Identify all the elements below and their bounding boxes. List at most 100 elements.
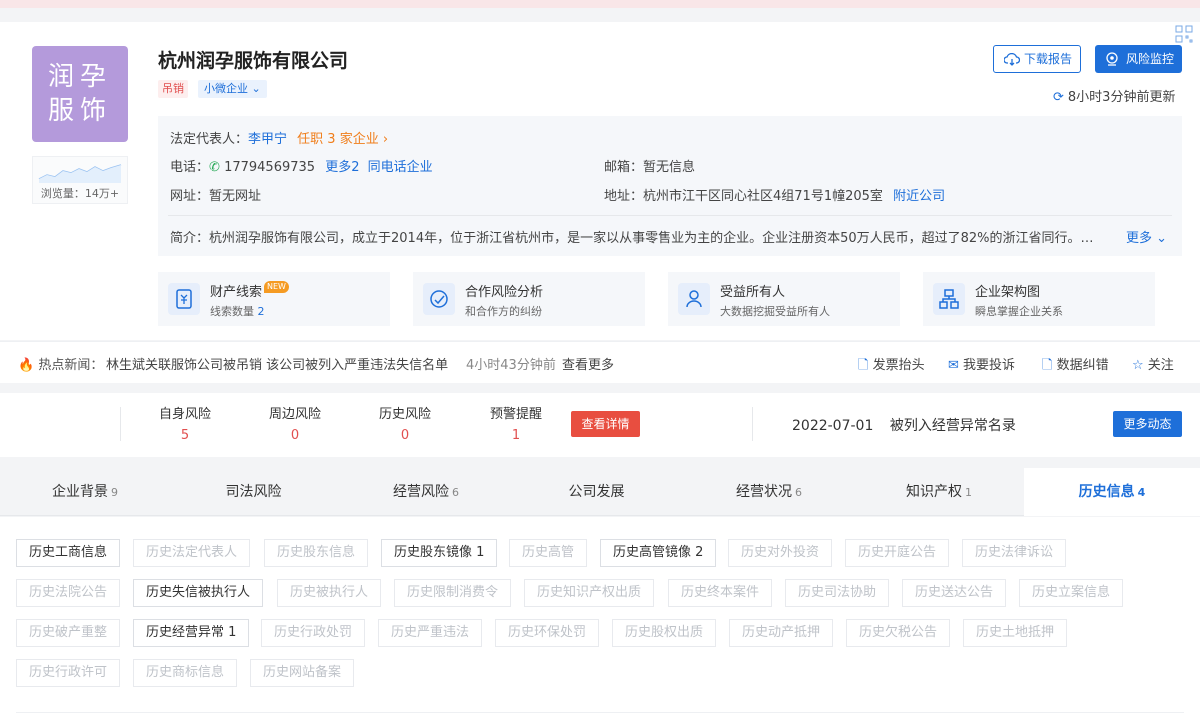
chip-history-shareholder-mirror[interactable]: 历史股东镜像 1 bbox=[381, 539, 498, 567]
feature-subtitle: 大数据挖掘受益所有人 bbox=[720, 305, 830, 318]
intro-label: 简介： bbox=[170, 231, 210, 246]
event-text: 被列入经营异常名录 bbox=[889, 418, 1016, 434]
refresh-icon: ⟳ bbox=[1053, 90, 1064, 105]
chip-history-case-filing: 历史立案信息 bbox=[1019, 579, 1124, 607]
chip-history-shareholders: 历史股东信息 bbox=[264, 539, 369, 567]
chip-history-lawsuits: 历史法律诉讼 bbox=[962, 539, 1067, 567]
chip-history-chattel-mortgage: 历史动产抵押 bbox=[729, 619, 834, 647]
intro-more-button[interactable]: 更多 ⌄ bbox=[1126, 227, 1167, 246]
more-updates-button[interactable]: 更多动态 bbox=[1113, 411, 1182, 437]
chip-history-env-penalty: 历史环保处罚 bbox=[495, 619, 600, 647]
update-time[interactable]: ⟳ 8小时3分钟前更新 bbox=[1053, 86, 1175, 105]
risk-history[interactable]: 历史风险 0 bbox=[370, 403, 440, 443]
legal-rep-positions-link[interactable]: 任职 3 家企业 › bbox=[297, 132, 388, 147]
chip-history-service-notice: 历史送达公告 bbox=[902, 579, 1007, 607]
qr-code-corner-icon[interactable] bbox=[1174, 24, 1194, 44]
download-report-button[interactable]: 下载报告 bbox=[993, 45, 1081, 73]
risk-warning[interactable]: 预警提醒 1 bbox=[481, 403, 551, 443]
invoice-icon: 🗋 bbox=[858, 358, 869, 373]
feature-title: 财产线索 NEW bbox=[210, 281, 289, 300]
same-phone-companies-link[interactable]: 同电话企业 bbox=[368, 160, 433, 175]
phone-value: 17794569735 bbox=[224, 160, 316, 175]
views-sparkline-icon bbox=[38, 164, 122, 183]
tab-company-development[interactable]: 公司发展 bbox=[512, 468, 684, 516]
legal-rep-link[interactable]: 李甲宁 bbox=[248, 132, 287, 147]
tab-operating-risk[interactable]: 经营风险 6 bbox=[340, 468, 512, 516]
news-see-more-link[interactable]: 查看更多 bbox=[562, 354, 614, 373]
tab-label: 知识产权 bbox=[906, 484, 962, 500]
news-headline: 林生斌关联服饰公司被吊销 该公司被列入严重违法失信名单 bbox=[106, 358, 449, 373]
intro-text: 杭州润孕服饰有限公司，成立于2014年，位于浙江省杭州市，是一家以从事零售业为主… bbox=[209, 231, 1094, 246]
asset-clue-icon bbox=[168, 283, 200, 315]
event-date: 2022-07-01 bbox=[792, 418, 874, 434]
feature-title: 合作风险分析 bbox=[465, 285, 544, 300]
news-time: 4小时43分钟前 bbox=[466, 358, 556, 373]
follow-button[interactable]: ☆ 关注 bbox=[1132, 354, 1174, 373]
data-correction-link[interactable]: 🗋 数据纠错 bbox=[1042, 354, 1109, 378]
scale-badge[interactable]: 小微企业 ⌄ bbox=[198, 80, 267, 98]
feature-org-chart[interactable]: 企业架构图 瞬息掌握企业关系 bbox=[923, 272, 1155, 326]
chip-history-consumption-limit: 历史限制消费令 bbox=[394, 579, 512, 607]
news-headline-link[interactable]: 林生斌关联服饰公司被吊销 该公司被列入严重违法失信名单 bbox=[106, 354, 448, 373]
chip-history-dishonest-debtor[interactable]: 历史失信被执行人 bbox=[133, 579, 264, 607]
views-count-label: 浏览量：14万+ bbox=[40, 187, 120, 200]
nearby-companies-link[interactable]: 附近公司 bbox=[893, 189, 945, 204]
complaint-link[interactable]: ✉ 我要投诉 bbox=[948, 354, 1015, 373]
tab-label: 历史信息 bbox=[1078, 484, 1135, 500]
hot-news-bar: 🔥 热点新闻： 林生斌关联服饰公司被吊销 该公司被列入严重违法失信名单 4小时4… bbox=[0, 341, 1200, 383]
risk-value: 0 bbox=[290, 428, 300, 443]
tab-company-background[interactable]: 企业背景 9 bbox=[0, 468, 170, 516]
tab-operating-status[interactable]: 经营状况 6 bbox=[684, 468, 854, 516]
risk-monitor-button[interactable]: 风险监控 bbox=[1095, 45, 1182, 73]
chip-history-legal-rep: 历史法定代表人 bbox=[133, 539, 251, 567]
logo-text-line2: 服饰 bbox=[47, 96, 112, 126]
feature-cooperation-risk[interactable]: 合作风险分析 和合作方的纠纷 bbox=[413, 272, 645, 326]
chip-history-abnormal-operation[interactable]: 历史经营异常 1 bbox=[133, 619, 250, 647]
phone-icon: ✆ bbox=[209, 160, 220, 175]
phone-more-link[interactable]: 更多2 bbox=[325, 160, 359, 175]
website-value: 暂无网址 bbox=[209, 189, 262, 204]
scale-badge-label: 小微企业 bbox=[204, 82, 248, 95]
feature-subtitle: 和合作方的纠纷 bbox=[465, 305, 542, 318]
tab-count: 9 bbox=[111, 486, 118, 499]
data-correction-label: 数据纠错 bbox=[1056, 358, 1109, 373]
history-category-chips: 历史工商信息 历史法定代表人 历史股东信息 历史股东镜像 1 历史高管 历史高管… bbox=[0, 517, 1200, 724]
chip-history-admin-penalty: 历史行政处罚 bbox=[261, 619, 366, 647]
chip-history-business-info[interactable]: 历史工商信息 bbox=[16, 539, 121, 567]
risk-self[interactable]: 自身风险 5 bbox=[150, 403, 220, 443]
beneficial-owner-icon bbox=[678, 283, 710, 315]
chip-history-bankruptcy: 历史破产重整 bbox=[16, 619, 121, 647]
star-icon: ☆ bbox=[1132, 358, 1144, 373]
top-banner-strip bbox=[0, 0, 1200, 8]
legal-rep-label: 法定代表人： bbox=[170, 132, 249, 147]
risk-monitor-label: 风险监控 bbox=[1125, 52, 1174, 66]
status-badge: 吊销 bbox=[158, 80, 188, 98]
tab-label: 经营状况 bbox=[736, 484, 792, 500]
feature-asset-clues[interactable]: 财产线索 NEW 线索数量 2 bbox=[158, 272, 390, 326]
invoice-title-link[interactable]: 🗋 发票抬头 bbox=[858, 354, 925, 378]
phone-row: 电话：✆ 17794569735 更多2 同电话企业 bbox=[170, 156, 433, 175]
download-report-label: 下载报告 bbox=[1023, 52, 1072, 66]
tab-judicial-risk[interactable]: 司法风险 bbox=[170, 468, 340, 516]
news-label-group: 🔥 热点新闻： bbox=[18, 354, 103, 373]
tab-intellectual-property[interactable]: 知识产权 1 bbox=[854, 468, 1024, 516]
tab-count: 1 bbox=[965, 486, 972, 499]
view-details-button[interactable]: 查看详情 bbox=[571, 411, 640, 437]
chip-history-executives: 历史高管 bbox=[509, 539, 588, 567]
website-label: 网址： bbox=[170, 189, 210, 204]
complaint-label: 我要投诉 bbox=[963, 358, 1016, 373]
feature-subtitle: 线索数量 2 bbox=[210, 303, 265, 319]
address-label: 地址： bbox=[604, 189, 644, 204]
feature-beneficial-owner[interactable]: 受益所有人 大数据挖掘受益所有人 bbox=[668, 272, 900, 326]
tab-history-info[interactable]: 历史信息 4 bbox=[1024, 468, 1200, 516]
latest-event[interactable]: 2022-07-01 被列入经营异常名录 bbox=[792, 415, 1016, 435]
risk-surrounding[interactable]: 周边风险 0 bbox=[260, 403, 330, 443]
fire-icon: 🔥 bbox=[18, 358, 35, 373]
chip-history-executive-mirror[interactable]: 历史高管镜像 2 bbox=[600, 539, 717, 567]
document-icon: 🗋 bbox=[1042, 358, 1053, 373]
risk-label: 历史风险 bbox=[378, 407, 431, 422]
tab-count: 4 bbox=[1137, 486, 1146, 499]
clue-count-value: 2 bbox=[257, 305, 265, 318]
phone-label: 电话： bbox=[170, 160, 210, 175]
feature-title: 企业架构图 bbox=[975, 285, 1041, 300]
